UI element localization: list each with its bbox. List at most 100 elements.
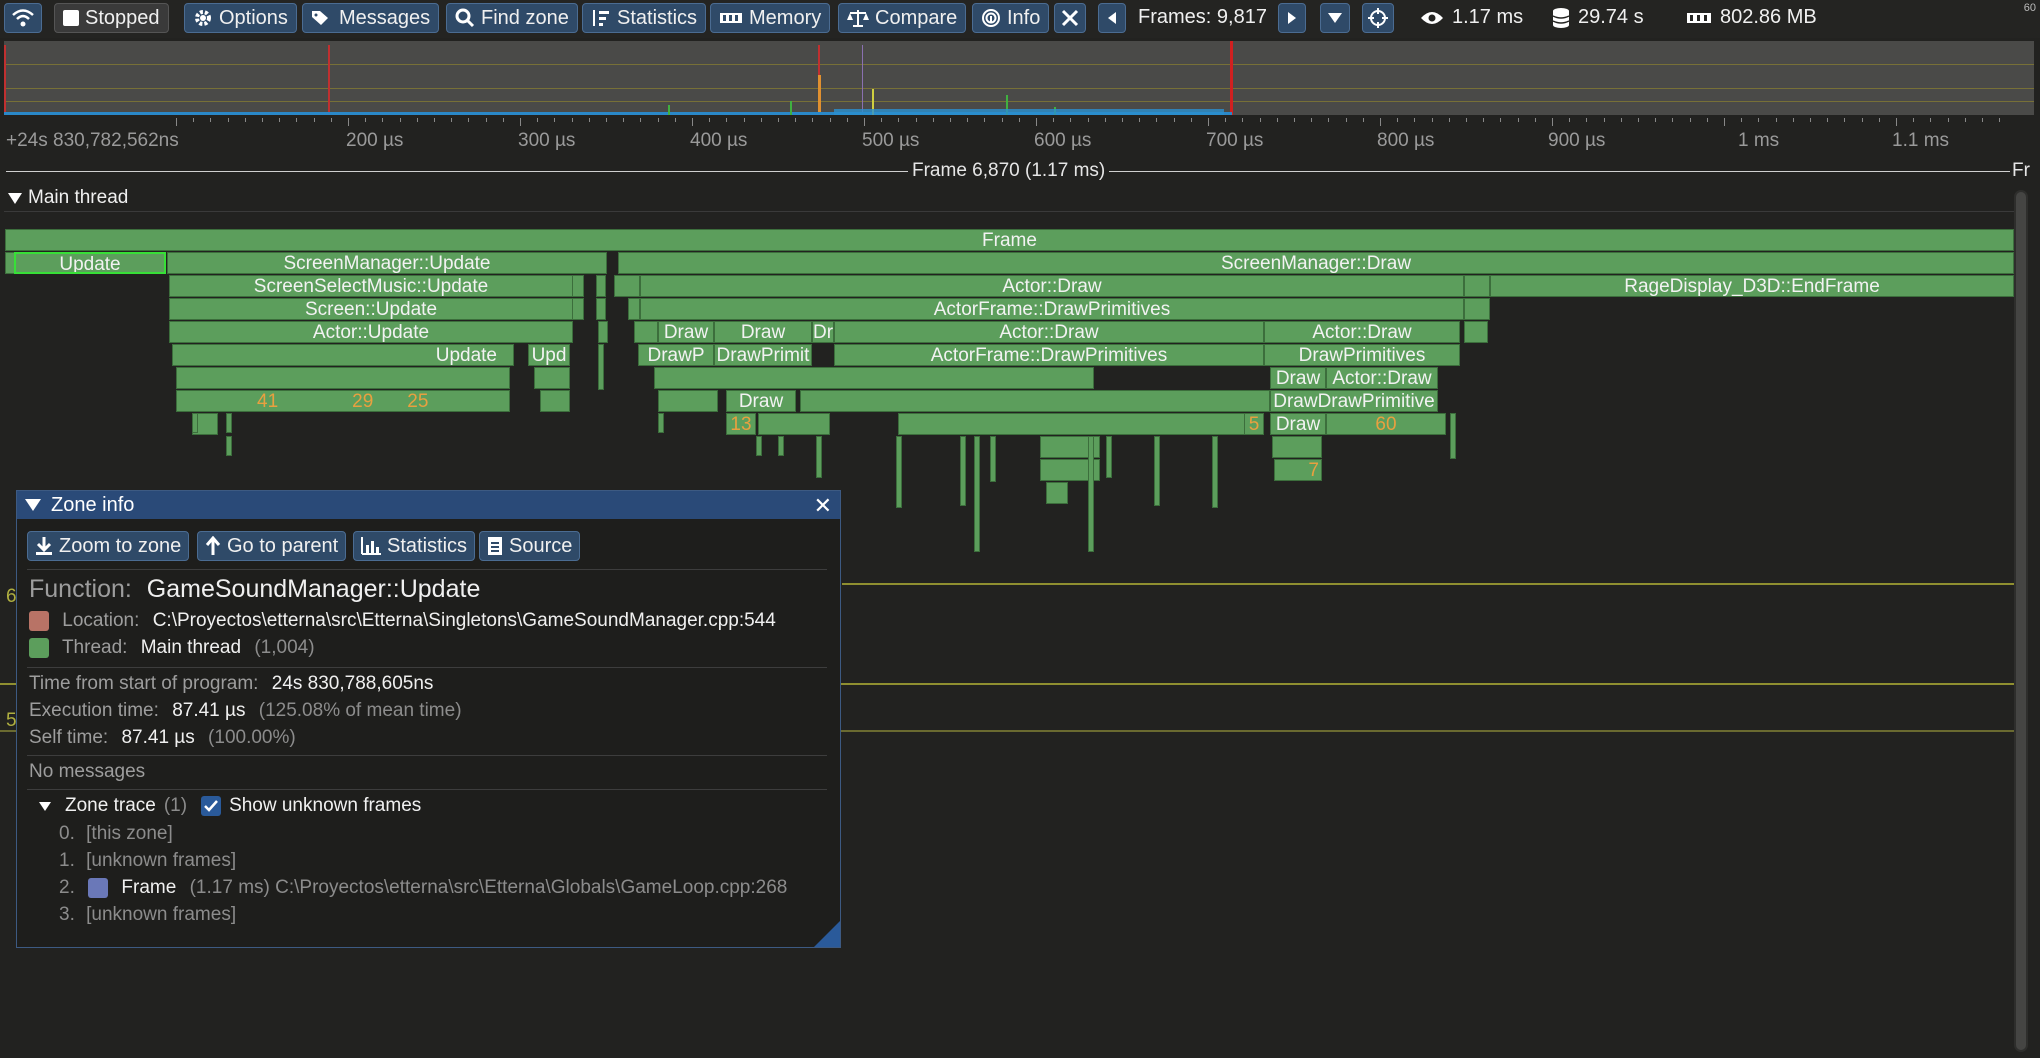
zone-info-titlebar[interactable]: Zone info ✕ [17, 491, 840, 519]
trace-item[interactable]: 1. [unknown frames] [59, 850, 236, 872]
frame-dropdown-button[interactable] [1320, 3, 1350, 33]
zone-block[interactable] [614, 275, 640, 297]
zone-block[interactable] [598, 321, 608, 343]
messages-button[interactable]: Messages [302, 3, 440, 33]
zone-sliver[interactable] [1106, 436, 1112, 478]
zone-block[interactable] [1464, 321, 1488, 343]
zone-sliver[interactable] [1212, 436, 1218, 508]
zone-draw[interactable]: Draw [658, 321, 714, 343]
zone-draw-draw-primitives[interactable]: DrawDrawPrimitive [1270, 390, 1438, 412]
zone-draw-children[interactable] [800, 390, 1270, 412]
zone-block[interactable] [572, 275, 584, 297]
tools-button[interactable] [1054, 3, 1086, 33]
zone-sliver[interactable] [756, 436, 762, 456]
zone-actor-update[interactable]: Actor::Update [169, 321, 573, 343]
scrollbar-thumb[interactable] [2016, 192, 2026, 1050]
zone-draw[interactable]: Draw [1270, 367, 1326, 389]
statistics-button[interactable]: Statistics [582, 3, 707, 33]
zone-screen-manager-draw[interactable]: ScreenManager::Draw [618, 252, 2014, 274]
zone-sliver[interactable] [598, 344, 604, 390]
frame-graph[interactable] [4, 41, 2034, 115]
zone-actorframe-draw-primitives[interactable]: ActorFrame::DrawPrimitives [640, 298, 1464, 320]
zone-draw-children[interactable] [654, 367, 1094, 389]
zone-draw-children[interactable] [898, 413, 1258, 435]
zone-block[interactable] [540, 390, 570, 412]
trace-item[interactable]: 2. Frame (1.17 ms) C:\Proyectos\etterna\… [59, 877, 787, 899]
source-button[interactable]: Source [479, 531, 581, 561]
zone-count[interactable]: 13 [726, 413, 756, 435]
go-to-parent-button[interactable]: Go to parent [197, 531, 347, 561]
crosshair-button[interactable] [1362, 3, 1394, 33]
zone-update-selected[interactable]: Update [14, 252, 166, 274]
zone-screen-update[interactable]: Screen::Update [169, 298, 573, 320]
zone-sliver[interactable] [960, 436, 966, 506]
info-button[interactable]: Info [972, 3, 1050, 33]
zone-block[interactable] [596, 275, 606, 297]
thread-header[interactable]: Main thread [8, 187, 128, 209]
zone-sliver[interactable] [658, 413, 664, 433]
zone-block[interactable] [572, 298, 584, 320]
zone-sliver[interactable] [226, 413, 232, 433]
zone-block[interactable] [1046, 482, 1068, 504]
zone-draw-primitives[interactable]: DrawP [638, 344, 714, 366]
show-unknown-checkbox[interactable] [201, 796, 222, 816]
zone-update-children[interactable]: 41 29 25 [176, 390, 510, 412]
memory-button[interactable]: Memory [710, 3, 831, 33]
trace-item[interactable]: 0. [this zone] [59, 823, 173, 845]
previous-frame-button[interactable] [1098, 3, 1126, 33]
zone-sliver[interactable] [896, 436, 902, 508]
compare-button[interactable]: Compare [838, 3, 967, 33]
zone-draw[interactable]: Dr [812, 321, 834, 343]
zone-draw[interactable]: Draw [726, 390, 796, 412]
options-button[interactable]: Options [184, 3, 297, 33]
zone-actorframe-draw-primitives[interactable]: ActorFrame::DrawPrimitives [834, 344, 1264, 366]
zone-frame[interactable]: Frame [5, 229, 2014, 251]
find-zone-button[interactable]: Find zone [446, 3, 578, 33]
zone-sliver[interactable] [778, 436, 784, 456]
zone-count[interactable]: 60 [1326, 413, 1446, 435]
zone-screen-select-music-update[interactable]: ScreenSelectMusic::Update [169, 275, 573, 297]
trace-item[interactable]: 3. [unknown frames] [59, 904, 236, 926]
connection-button[interactable] [4, 3, 42, 33]
time-ruler[interactable]: +24s 830,782,562ns 200 µs 300 µs 400 µs … [0, 118, 2040, 158]
zone-sliver[interactable] [816, 436, 822, 478]
zone-block[interactable] [628, 298, 640, 320]
resize-grip[interactable] [814, 921, 840, 947]
zone-block[interactable] [634, 321, 658, 343]
zone-sliver[interactable] [192, 413, 198, 433]
stopped-button[interactable]: Stopped [54, 3, 169, 33]
next-frame-button[interactable] [1278, 3, 1306, 33]
zone-statistics-button[interactable]: Statistics [353, 531, 476, 561]
zone-sliver[interactable] [990, 436, 996, 482]
zone-actor-draw[interactable]: Actor::Draw [1264, 321, 1460, 343]
zone-update[interactable]: Upd [528, 344, 570, 366]
zone-actor-draw[interactable]: Actor::Draw [1326, 367, 1438, 389]
zone-actor-draw[interactable]: Actor::Draw [834, 321, 1264, 343]
zone-draw-primitives[interactable]: DrawPrimit [714, 344, 812, 366]
zone-block[interactable] [1464, 298, 1490, 320]
zone-screen-manager-update[interactable]: ScreenManager::Update [167, 252, 607, 274]
zone-block[interactable] [596, 298, 606, 320]
zone-draw-primitives[interactable]: DrawPrimitives [1264, 344, 1460, 366]
next-frame-span-label[interactable]: Fr [2012, 160, 2030, 182]
zone-sliver[interactable] [974, 436, 980, 552]
zone-count[interactable]: 5 [1244, 413, 1264, 435]
zone-actor-draw[interactable]: Actor::Draw [640, 275, 1464, 297]
zone-block[interactable] [758, 413, 830, 435]
zone-block[interactable] [534, 367, 570, 389]
zone-draw[interactable]: Draw [714, 321, 812, 343]
zone-sliver[interactable] [226, 436, 232, 456]
zone-count[interactable]: 7 [1274, 459, 1322, 481]
zone-draw[interactable]: Draw [1270, 413, 1326, 435]
zone-block[interactable] [658, 390, 718, 412]
zoom-to-zone-button[interactable]: Zoom to zone [27, 531, 190, 561]
zone-sliver[interactable] [1088, 436, 1094, 552]
collapse-icon[interactable] [25, 499, 41, 511]
zone-sliver[interactable] [1450, 413, 1456, 459]
zone-draw[interactable] [1272, 436, 1322, 458]
zone-update[interactable]: Update [172, 344, 514, 366]
zone-rage-display-end-frame[interactable]: RageDisplay_D3D::EndFrame [1490, 275, 2014, 297]
zone-block[interactable] [1464, 275, 1490, 297]
zone-sliver[interactable] [1154, 436, 1160, 506]
zone-update-children[interactable] [176, 367, 510, 389]
